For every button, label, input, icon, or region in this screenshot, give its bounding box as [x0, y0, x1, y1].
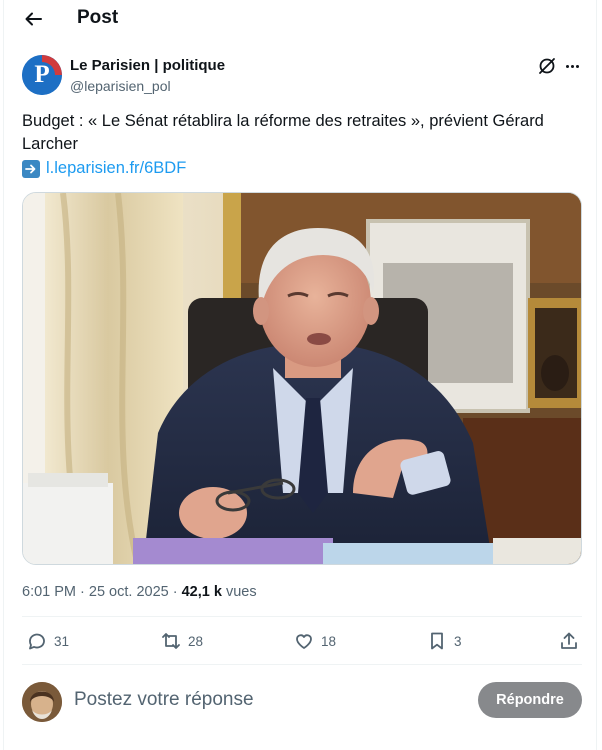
- reply-button[interactable]: 31: [26, 628, 69, 654]
- more-options-icon[interactable]: [562, 56, 582, 76]
- views-label: vues: [221, 584, 257, 600]
- divider: [22, 664, 582, 665]
- action-bar: 31 28 18 3: [22, 628, 582, 654]
- avatar-letter: P: [34, 61, 50, 88]
- grok-icon[interactable]: [537, 56, 557, 76]
- right-arrow-emoji-icon: [22, 159, 40, 178]
- reply-count: 31: [54, 633, 70, 649]
- reply-icon: [29, 633, 45, 650]
- share-icon: [561, 632, 577, 649]
- reply-input[interactable]: Postez votre réponse: [74, 689, 254, 711]
- author-name[interactable]: Le Parisien | politique: [70, 57, 225, 74]
- back-arrow-icon[interactable]: [22, 8, 44, 30]
- share-button[interactable]: [558, 628, 586, 654]
- tweet-link-line: l.leparisien.fr/6BDF: [22, 157, 186, 180]
- bookmark-button[interactable]: 3: [426, 628, 462, 654]
- post-page: Post P Le Parisien | politique @leparisi…: [3, 0, 597, 750]
- reply-submit-button[interactable]: Répondre: [478, 682, 582, 718]
- bookmark-count: 3: [454, 633, 462, 649]
- views-count: 42,1 k: [181, 584, 222, 600]
- current-user-avatar[interactable]: [22, 682, 62, 722]
- tweet-timestamp[interactable]: 6:01 PM · 25 oct. 2025 ·: [22, 584, 182, 600]
- like-count: 18: [321, 633, 337, 649]
- divider: [22, 616, 582, 617]
- tweet-meta: 6:01 PM · 25 oct. 2025 · 42,1 k vues: [22, 584, 257, 600]
- author-avatar[interactable]: P: [22, 55, 62, 95]
- repost-count: 28: [188, 633, 204, 649]
- like-button[interactable]: 18: [293, 628, 336, 654]
- tweet-text: Budget : « Le Sénat rétablira la réforme…: [22, 112, 544, 153]
- bookmark-icon: [431, 632, 443, 650]
- tweet-photo[interactable]: [22, 192, 582, 565]
- heart-icon: [296, 634, 312, 649]
- repost-icon: [162, 633, 180, 649]
- author-handle[interactable]: @leparisien_pol: [70, 78, 171, 94]
- tweet-link[interactable]: l.leparisien.fr/6BDF: [46, 157, 186, 180]
- top-bar: Post: [4, 0, 598, 38]
- page-title: Post: [77, 7, 119, 28]
- repost-button[interactable]: 28: [160, 628, 203, 654]
